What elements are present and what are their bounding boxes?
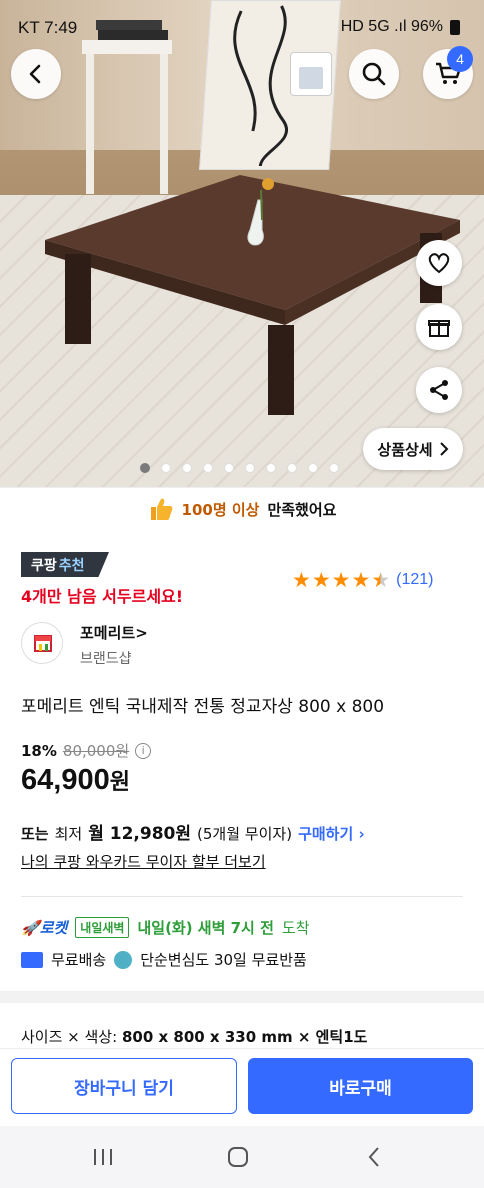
dawn-delivery-tag: 내일새벽	[75, 917, 130, 938]
star-icon: ★	[292, 568, 311, 592]
monthly-price: 월 12,980원	[88, 824, 192, 844]
option-selector[interactable]: 사이즈 × 색상: 800 x 800 x 330 mm × 엔틱1도	[21, 1026, 367, 1047]
half-star-icon: ★	[371, 568, 391, 592]
stock-alert: 4개만 남음 서두르세요!	[21, 587, 184, 606]
wow-card-link[interactable]: 나의 쿠팡 와우카드 무이자 할부 더보기	[21, 851, 266, 872]
home-button[interactable]	[218, 1141, 258, 1173]
status-bar: KT 7:49 HD 5G .ıl 96%	[0, 14, 484, 42]
satisfaction-text: 만족했어요	[267, 500, 337, 519]
add-to-cart-button[interactable]: 장바구니 담기	[11, 1058, 237, 1114]
pagination-dot[interactable]	[161, 463, 171, 473]
back-icon	[29, 64, 41, 84]
shipping-row: 무료배송 단순변심도 30일 무료반품	[21, 949, 307, 970]
truck-icon	[21, 951, 43, 968]
pagination-dot[interactable]	[266, 463, 276, 473]
return-icon	[114, 950, 133, 969]
satisfaction-count: 100명 이상	[181, 500, 260, 519]
table-illustration	[45, 175, 460, 415]
chevron-right-icon: ›	[358, 825, 365, 843]
divider	[0, 487, 484, 488]
pagination-dot[interactable]	[287, 463, 297, 473]
original-price: 80,000원	[62, 742, 130, 760]
review-count[interactable]: (121)	[396, 571, 433, 589]
star-icon: ★	[311, 568, 331, 592]
discount-rate: 18%	[21, 741, 57, 760]
home-icon	[228, 1147, 248, 1167]
status-time: KT 7:49	[18, 18, 78, 37]
cart-count-badge: 4	[447, 46, 473, 72]
divider	[21, 896, 463, 897]
chevron-left-icon	[368, 1147, 379, 1167]
battery-icon	[450, 19, 460, 35]
buy-now-button[interactable]: 바로구매	[248, 1058, 473, 1114]
star-icon: ★	[331, 568, 351, 592]
section-divider	[0, 991, 484, 1003]
gift-icon	[428, 320, 450, 337]
rating[interactable]: ★ ★ ★ ★ ★ (121)	[292, 568, 434, 592]
search-icon	[362, 62, 386, 86]
pagination-dot[interactable]	[308, 463, 318, 473]
rocket-badge: 🚀로켓	[21, 919, 68, 937]
installment-row: 또는 최저 월 12,980원 (5개월 무이자) 구매하기 ›	[21, 819, 365, 844]
status-indicators: HD 5G .ıl 96%	[341, 18, 460, 36]
product-detail-button[interactable]: 상품상세	[363, 428, 463, 470]
brand-logo[interactable]	[21, 622, 63, 664]
product-image[interactable]	[0, 0, 484, 487]
product-title: 포메리트 엔틱 국내제작 전통 정교자상 800 x 800	[21, 697, 385, 717]
free-return: 단순변심도 30일 무료반품	[140, 951, 307, 969]
share-icon	[430, 380, 448, 400]
price-discount-row: 18% 80,000원 i	[21, 740, 152, 761]
pagination-dot[interactable]	[329, 463, 339, 473]
free-shipping: 무료배송	[51, 951, 107, 969]
brand-link[interactable]: 포메리트>	[80, 622, 148, 643]
compare-thumbnail[interactable]	[290, 52, 332, 96]
pagination-dot[interactable]	[182, 463, 192, 473]
delivery-schedule: 내일(화) 새벽 7시 전	[137, 919, 274, 937]
pagination-dot[interactable]	[224, 463, 234, 473]
installment-buy-link[interactable]: 구매하기 ›	[298, 823, 365, 844]
pagination-dot[interactable]	[203, 463, 213, 473]
recent-apps-icon	[94, 1149, 112, 1165]
star-icon: ★	[351, 568, 371, 592]
back-button[interactable]	[11, 49, 61, 99]
system-back-button[interactable]	[354, 1141, 394, 1173]
coupang-recommend-badge: 쿠팡 추천	[21, 552, 109, 577]
option-value: 800 x 800 x 330 mm × 엔틱1도	[121, 1028, 368, 1046]
thumbs-up-icon	[150, 498, 172, 520]
sale-price: 64,900원	[21, 764, 130, 796]
search-button[interactable]	[349, 49, 399, 99]
info-icon[interactable]: i	[135, 742, 152, 759]
brand-subtitle: 브랜드샵	[80, 651, 132, 667]
gallery-pagination	[140, 463, 339, 473]
chevron-right-icon	[439, 442, 449, 456]
pagination-dot[interactable]	[245, 463, 255, 473]
gift-button[interactable]	[416, 304, 462, 350]
brand-logo-icon	[34, 635, 52, 652]
recent-apps-button[interactable]	[83, 1141, 123, 1173]
satisfaction-banner: 100명 이상 만족했어요	[0, 490, 484, 528]
wishlist-button[interactable]	[416, 240, 462, 286]
pagination-dot[interactable]	[140, 463, 150, 473]
rocket-delivery-row: 🚀로켓 내일새벽 내일(화) 새벽 7시 전 도착	[21, 917, 310, 938]
heart-icon	[428, 253, 450, 274]
share-button[interactable]	[416, 367, 462, 413]
